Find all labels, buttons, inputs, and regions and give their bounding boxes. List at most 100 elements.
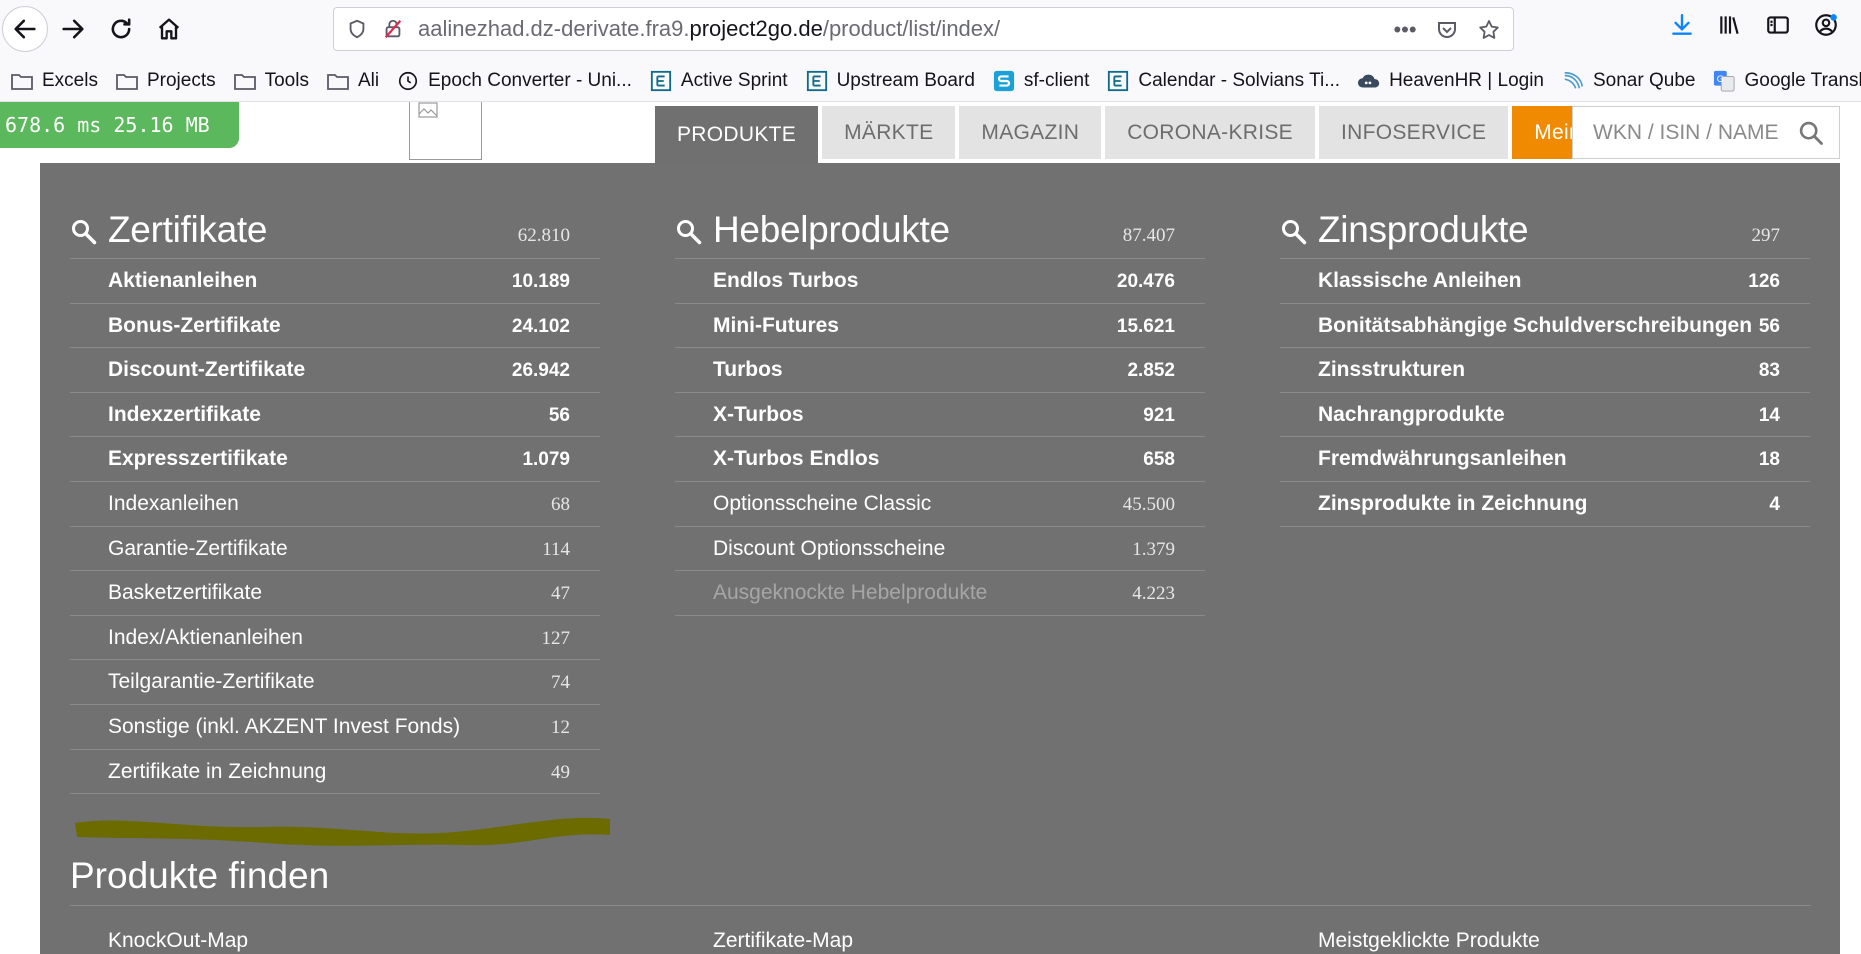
item-count: 12 [551,716,570,738]
item-count: 26.942 [511,360,570,382]
wave-icon [1561,70,1585,92]
pocket-icon [1438,22,1456,38]
list-item[interactable]: X-Turbos 921 [675,393,1205,438]
home-icon [158,18,180,40]
list-item[interactable]: Bonitätsabhängige Schuldverschreibungen 5… [1280,304,1810,349]
page-actions-button[interactable]: ••• [1391,16,1419,44]
list-item[interactable]: Fremdwährungsanleihen 18 [1280,437,1810,482]
item-count: 1.079 [522,449,570,471]
list-item[interactable]: Zinsstrukturen 83 [1280,348,1810,393]
column-zertifikate: Zertifikate 62.810 Aktienanleihen 10.189 … [70,203,600,795]
list-item[interactable]: X-Turbos Endlos 658 [675,437,1205,482]
list-item[interactable]: Optionsscheine Classic 45.500 [675,482,1205,527]
list-item[interactable]: Sonstige (inkl. AKZENT Invest Fonds) 12 [70,705,600,750]
list-item[interactable]: Index/Aktienanleihen 127 [70,616,600,661]
tab-maerkte[interactable]: MÄRKTE [822,106,956,159]
tab-infoservice[interactable]: INFOSERVICE [1318,106,1509,159]
item-count: 658 [1143,449,1175,471]
knockout-map-link[interactable]: KnockOut-Map [108,929,248,953]
column-count: 297 [1751,225,1781,246]
list-item[interactable]: Indexzertifikate 56 [70,393,600,438]
downloads-button[interactable] [1667,10,1697,40]
bookmark-tools[interactable]: Tools [233,70,309,92]
bookmark-label: HeavenHR | Login [1389,69,1544,91]
arrow-left-icon [14,19,36,39]
bookmark-projects[interactable]: Projects [115,70,216,92]
list-item[interactable]: Zertifikate in Zeichnung 49 [70,750,600,795]
bookmark-active-sprint[interactable]: Active Sprint [649,70,788,92]
translate-icon: G [1712,70,1736,92]
library-button[interactable] [1715,10,1745,40]
list-item[interactable]: Indexanleihen 68 [70,482,600,527]
tab-magazin[interactable]: MAGAZIN [959,106,1102,159]
item-count: 74 [551,672,570,694]
site-logo[interactable] [409,102,482,160]
column-header[interactable]: Zinsprodukte 297 [1280,203,1810,259]
bookmark-star-button[interactable] [1475,16,1503,44]
tab-corona-krise[interactable]: CORONA-KRISE [1105,106,1315,159]
bookmark-ali[interactable]: Ali [326,70,379,92]
svg-text:G: G [1717,73,1724,84]
bookmark-label: Google Translate [1744,69,1861,91]
sidebar-button[interactable] [1763,10,1793,40]
bookmark-sf-client[interactable]: sf-client [992,70,1089,92]
list-item[interactable]: Bonus-Zertifikate 24.102 [70,304,600,349]
bookmark-google-translate[interactable]: G Google Translate [1712,70,1861,92]
list-item[interactable]: Aktienanleihen 10.189 [70,259,600,304]
meistgeklickte-produkte-link[interactable]: Meistgeklickte Produkte [1318,929,1540,953]
list-item[interactable]: Nachrangprodukte 14 [1280,393,1810,438]
reload-button[interactable] [98,6,144,52]
column-hebelprodukte: Hebelprodukte 87.407 Endlos Turbos 20.476… [675,203,1205,616]
product-search [1572,106,1840,159]
list-item[interactable]: Klassische Anleihen 126 [1280,259,1810,304]
list-item[interactable]: Teilgarantie-Zertifikate 74 [70,660,600,705]
list-item[interactable]: Zinsprodukte in Zeichnung 4 [1280,482,1810,527]
column-header[interactable]: Zertifikate 62.810 [70,203,600,259]
item-label: X-Turbos Endlos [713,447,880,471]
search-icon[interactable] [1797,119,1825,147]
item-label: Klassische Anleihen [1318,269,1522,292]
sidebar-icon [1767,16,1789,34]
item-label: Index/Aktienanleihen [108,625,303,649]
list-item[interactable]: Discount Optionsscheine 1.379 [675,527,1205,572]
item-label: Zinsprodukte in Zeichnung [1318,491,1588,515]
folder-icon [10,70,34,92]
list-item[interactable]: Turbos 2.852 [675,348,1205,393]
item-count: 127 [541,627,571,649]
bookmark-excels[interactable]: Excels [10,70,98,92]
star-icon [1479,20,1499,39]
list-item[interactable]: Discount-Zertifikate 26.942 [70,348,600,393]
url-text[interactable]: aalinezhad.dz-derivate.fra9.project2go.d… [418,16,1000,42]
s-icon [992,70,1016,92]
bookmark-heavenhr[interactable]: HeavenHR | Login [1357,70,1544,92]
bookmark-calendar[interactable]: Calendar - Solvians Ti... [1106,70,1340,92]
zertifikate-map-link[interactable]: Zertifikate-Map [713,929,853,953]
item-label: Indexzertifikate [108,402,261,426]
shield-icon[interactable] [344,16,370,42]
list-item[interactable]: Endlos Turbos 20.476 [675,259,1205,304]
url-bar[interactable]: aalinezhad.dz-derivate.fra9.project2go.d… [333,7,1514,51]
column-header[interactable]: Hebelprodukte 87.407 [675,203,1205,259]
bookmark-epoch-converter[interactable]: Epoch Converter - Uni... [396,70,632,92]
bookmark-sonar-qube[interactable]: Sonar Qube [1561,70,1695,92]
tab-produkte[interactable]: PRODUKTE [655,106,819,163]
forward-button[interactable] [50,6,96,52]
item-count: 14 [1758,404,1780,426]
cloud-icon [1357,70,1381,92]
home-button[interactable] [146,6,192,52]
list-item[interactable]: Expresszertifikate 1.079 [70,437,600,482]
more-icon: ••• [1393,17,1417,42]
search-input[interactable] [1573,120,1793,145]
insecure-lock-icon[interactable] [380,16,406,42]
list-item[interactable]: Basketzertifikate 47 [70,571,600,616]
list-item[interactable]: Mini-Futures 15.621 [675,304,1205,349]
pocket-button[interactable] [1433,16,1461,44]
list-item[interactable]: Garantie-Zertifikate 114 [70,527,600,572]
list-item[interactable]: Ausgeknockte Hebelprodukte 4.223 [675,571,1205,616]
back-button[interactable] [2,6,48,52]
account-button[interactable] [1811,10,1841,40]
url-host: project2go.de [689,16,823,41]
item-count: 10.189 [511,271,570,292]
bookmark-upstream-board[interactable]: Upstream Board [805,70,975,92]
item-count: 49 [551,761,570,783]
